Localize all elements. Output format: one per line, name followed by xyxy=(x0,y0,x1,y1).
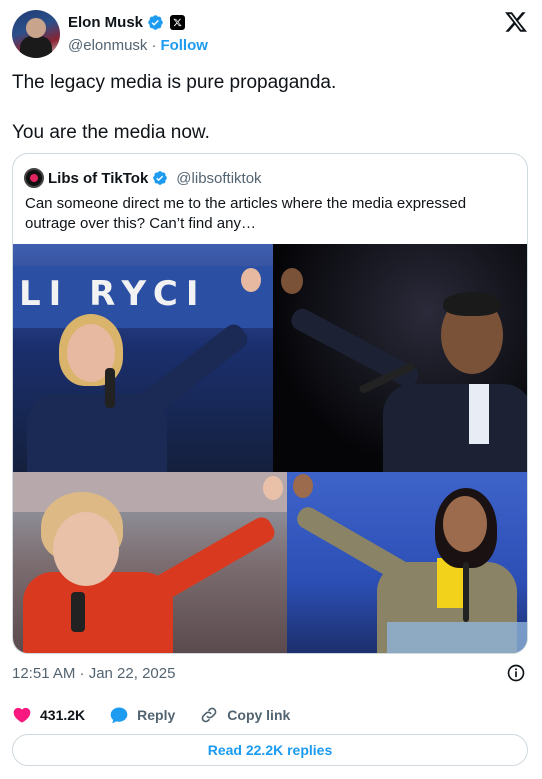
separator-dot: · xyxy=(151,37,157,54)
author-name[interactable]: Elon Musk xyxy=(68,14,143,31)
tweet-paragraph: You are the media now. xyxy=(12,122,210,143)
quoted-image-collage[interactable]: LI RYCI xyxy=(13,244,527,653)
read-replies-button[interactable]: Read 22.2K replies xyxy=(12,734,528,766)
reply-button[interactable]: Reply xyxy=(109,705,175,725)
quoted-tweet[interactable]: Libs of TikTok @libsoftiktok Can someone… xyxy=(12,153,528,654)
quoted-author-handle: @libsoftiktok xyxy=(176,169,262,187)
like-count: 431.2K xyxy=(40,707,86,723)
tweet-actions: 431.2K Reply Copy link xyxy=(12,704,314,726)
collage-image-1: LI RYCI xyxy=(13,244,273,472)
link-icon xyxy=(201,707,217,723)
heart-icon xyxy=(13,707,31,723)
copy-link-label: Copy link xyxy=(227,707,291,723)
quoted-text: Can someone direct me to the articles wh… xyxy=(25,195,467,232)
verified-badge-icon xyxy=(148,15,163,30)
x-premium-badge-icon xyxy=(170,15,186,30)
author-handle[interactable]: @elonmusk xyxy=(68,37,147,54)
reply-label: Reply xyxy=(137,707,176,723)
author-handle-row: @elonmusk · Follow xyxy=(68,37,208,54)
collage-image-3 xyxy=(13,472,287,653)
banner-text: LI RYCI xyxy=(19,274,207,314)
verified-badge-icon xyxy=(153,171,168,185)
like-button[interactable]: 431.2K xyxy=(12,705,85,725)
tweet-paragraph: The legacy media is pure propaganda. xyxy=(12,72,337,93)
collage-image-4 xyxy=(287,472,527,653)
avatar[interactable] xyxy=(12,10,60,58)
quoted-author-name: Libs of TikTok xyxy=(48,169,149,187)
tweet-timestamp[interactable]: 12:51 AM · Jan 22, 2025 xyxy=(12,665,175,682)
author-name-row: Elon Musk xyxy=(68,14,186,31)
collage-image-2 xyxy=(273,244,527,472)
tweet-header: Elon Musk @elonmusk · Follow xyxy=(12,8,530,60)
quoted-avatar xyxy=(24,168,44,188)
follow-button[interactable]: Follow xyxy=(160,37,208,54)
tweet-text: The legacy media is pure propaganda. You… xyxy=(12,70,530,146)
copy-link-button[interactable]: Copy link xyxy=(199,705,290,725)
reply-icon xyxy=(110,707,128,724)
x-logo-icon[interactable] xyxy=(504,10,528,34)
quoted-header: Libs of TikTok @libsoftiktok xyxy=(24,168,262,188)
info-icon[interactable] xyxy=(506,663,526,683)
